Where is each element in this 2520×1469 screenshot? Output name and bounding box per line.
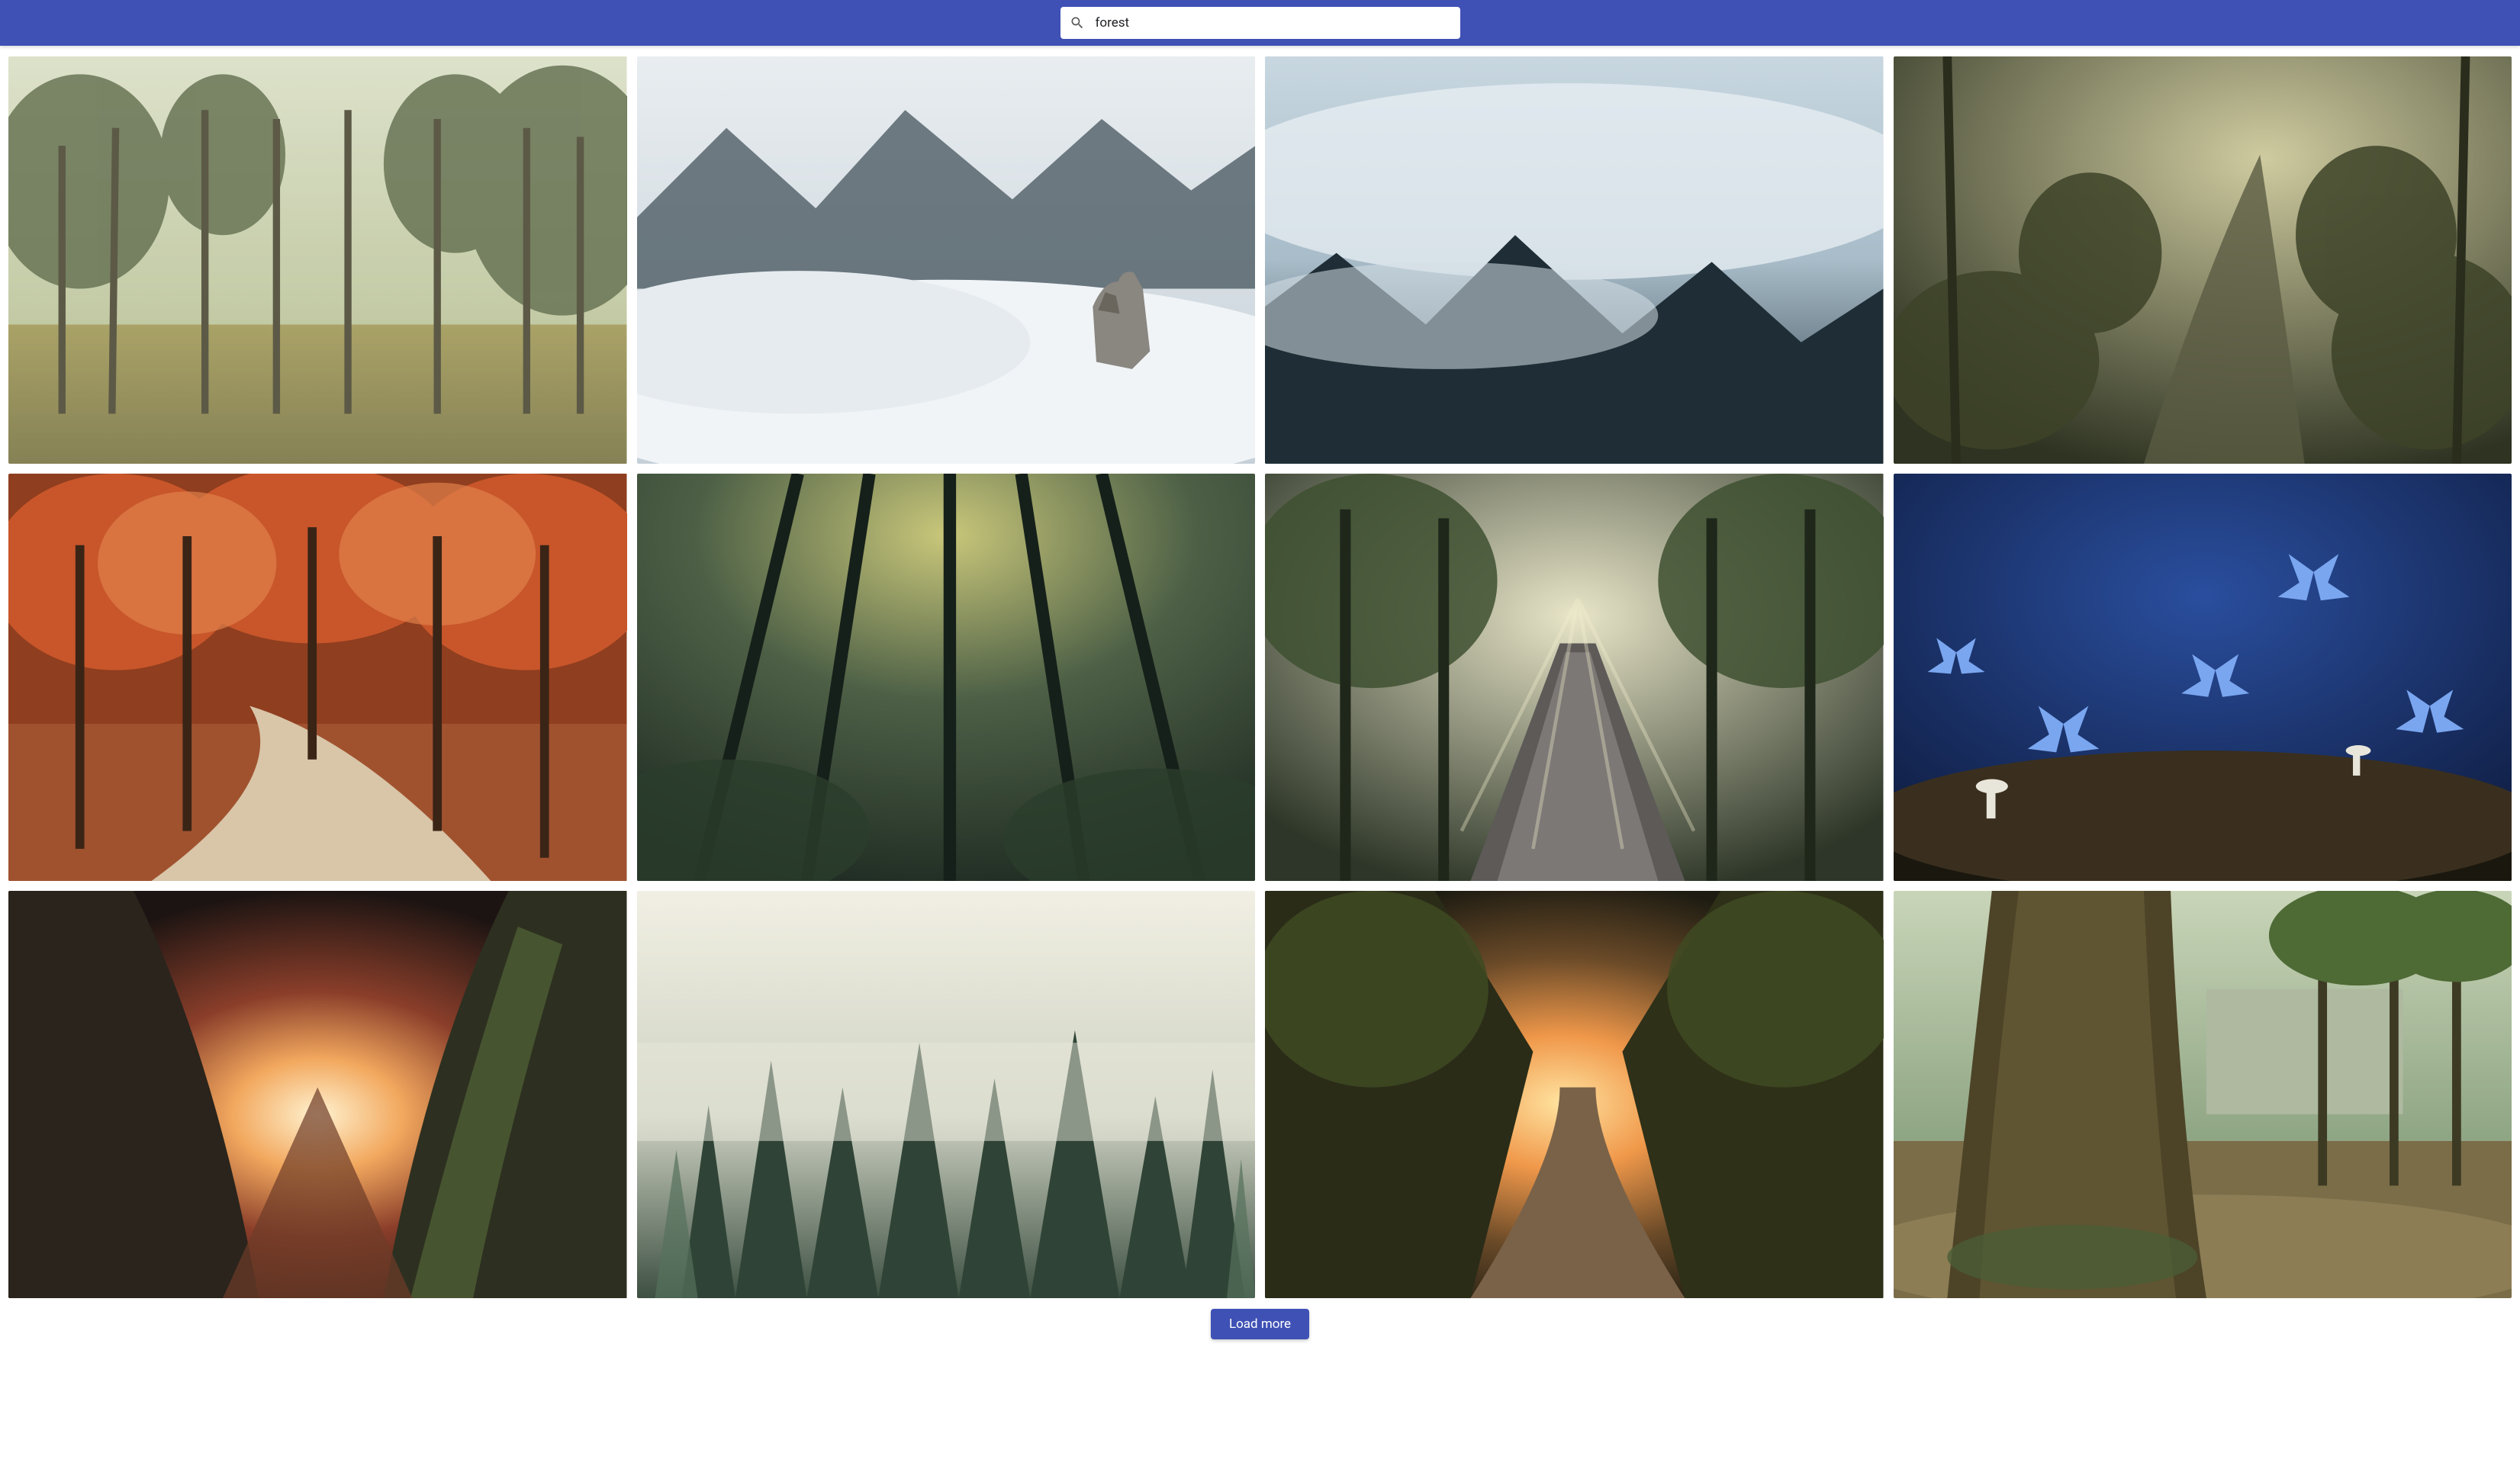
search-container [1060, 7, 1460, 39]
foggy-mountain-forest-image [1265, 56, 1884, 464]
image-tile[interactable] [1894, 891, 2512, 1298]
image-grid [0, 46, 2520, 1304]
image-tile[interactable] [8, 474, 627, 881]
image-tile[interactable] [8, 56, 627, 464]
sunset-forest-road-image [1265, 891, 1884, 1298]
forest-road-light-rays-image [1265, 474, 1884, 881]
autumn-forest-winding-path-image [8, 474, 627, 881]
image-tile[interactable] [1265, 891, 1884, 1298]
header-bar [0, 0, 2520, 46]
dense-green-forest-looking-up-image [637, 474, 1256, 881]
tree-trunk-lakeside-image [1894, 891, 2512, 1298]
load-more-button[interactable]: Load more [1211, 1309, 1309, 1339]
image-tile[interactable] [637, 474, 1256, 881]
image-tile[interactable] [637, 891, 1256, 1298]
image-tile[interactable] [1894, 474, 2512, 881]
search-input[interactable] [1096, 15, 1451, 31]
mossy-forest-path-image [1894, 56, 2512, 464]
glowing-forest-portal-image [8, 891, 627, 1298]
forest-sunlit-grove-image [8, 56, 627, 464]
image-tile[interactable] [1265, 474, 1884, 881]
image-tile[interactable] [8, 891, 627, 1298]
footer: Load more [0, 1304, 2520, 1355]
blue-butterflies-mushrooms-image [1894, 474, 2512, 881]
pine-forest-fog-image [637, 891, 1256, 1298]
image-tile[interactable] [1265, 56, 1884, 464]
wolf-in-foggy-mountains-image [637, 56, 1256, 464]
image-tile[interactable] [1894, 56, 2512, 464]
image-tile[interactable] [637, 56, 1256, 464]
search-icon [1070, 15, 1085, 31]
